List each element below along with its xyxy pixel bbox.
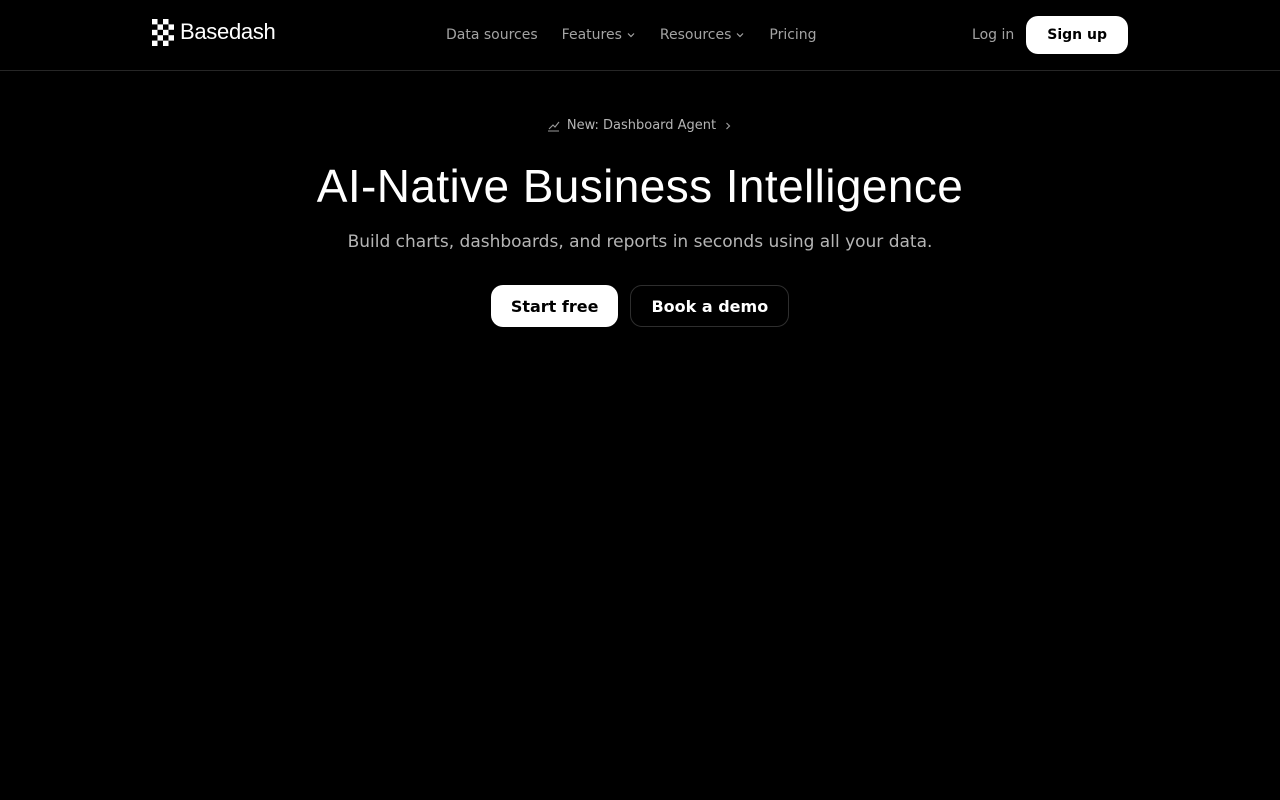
top-navigation: Basedash Data sources Features Resources… — [0, 0, 1280, 71]
nav-item-resources[interactable]: Resources — [660, 27, 746, 43]
nav-item-label: Features — [561, 27, 622, 43]
login-link[interactable]: Log in — [972, 27, 1014, 43]
nav-item-label: Pricing — [769, 27, 817, 43]
auth-actions: Log in Sign up — [972, 16, 1128, 54]
nav-item-label: Data sources — [446, 27, 538, 43]
announcement-badge: New: Dashboard Agent — [0, 118, 1280, 133]
announcement-link[interactable]: New: Dashboard Agent — [547, 118, 733, 133]
announcement-text: New: Dashboard Agent — [566, 118, 717, 133]
nav-links: Data sources Features Resources Pricing — [446, 22, 841, 48]
chevron-down-icon — [627, 33, 635, 38]
nav-item-label: Resources — [659, 27, 732, 43]
hero-subtitle: Build charts, dashboards, and reports in… — [347, 232, 933, 252]
chevron-down-icon — [736, 33, 744, 38]
hero-cta-group: Start free Book a demo — [0, 285, 1280, 327]
nav-item-pricing[interactable]: Pricing — [769, 27, 816, 43]
checkerboard-logo-icon — [152, 18, 174, 46]
brand-logo-link[interactable]: Basedash — [152, 18, 276, 46]
nav-item-data-sources[interactable]: Data sources — [446, 27, 538, 43]
book-demo-button[interactable]: Book a demo — [630, 285, 790, 327]
nav-item-features[interactable]: Features — [562, 27, 636, 43]
hero-title: AI-Native Business Intelligence — [316, 160, 964, 212]
brand-name: Basedash — [180, 19, 276, 44]
start-free-button[interactable]: Start free — [490, 285, 619, 327]
chevron-right-icon — [726, 122, 731, 129]
chart-line-icon — [547, 121, 560, 132]
signup-button[interactable]: Sign up — [1026, 16, 1128, 54]
